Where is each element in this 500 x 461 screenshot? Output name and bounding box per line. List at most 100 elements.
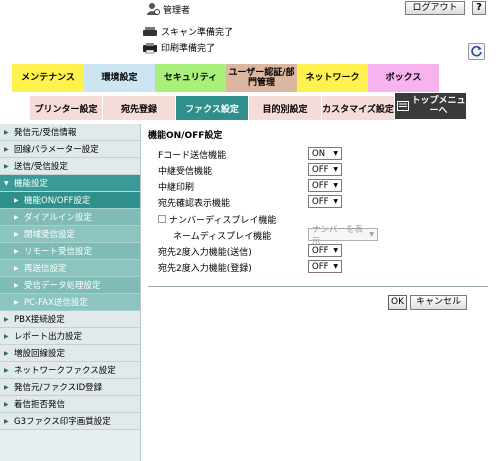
relay-print-label: 中継印刷 (158, 182, 195, 193)
main-content: 機能ON/OFF設定 (148, 128, 493, 146)
content-divider (148, 286, 488, 287)
name-display-row: ネームディスプレイ機能 (173, 228, 271, 242)
sidebar-item-network-fax[interactable]: ▶ ネットワークファクス設定 (0, 362, 140, 379)
ok-button[interactable]: OK (388, 295, 407, 310)
sidebar-item-label: 回線パラメーター設定 (14, 145, 99, 155)
tab-network[interactable]: ネットワーク (297, 64, 368, 92)
sidebar-subitem-remote-receive[interactable]: ▶ リモート受信設定 (0, 243, 140, 260)
fcode-send-label: Fコード送信機能 (158, 150, 227, 161)
sidebar-item-line-params[interactable]: ▶ 回線パラメーター設定 (0, 141, 140, 158)
sidebar-item-function-settings[interactable]: ▼ 機能設定 (0, 175, 140, 192)
tab-box[interactable]: ボックス (368, 64, 439, 92)
sidebar-item-label: 受信データ処理設定 (24, 281, 101, 291)
sidebar-item-label: 再送信設定 (24, 264, 67, 274)
sidebar-item-label: レポート出力設定 (14, 332, 83, 342)
sidebar-item-label: ネットワークファクス設定 (14, 366, 116, 376)
admin-user-indicator: 管理者 (146, 2, 190, 16)
scan-status-text: スキャン準備完了 (161, 28, 234, 38)
select-value: OFF (312, 164, 329, 175)
double-entry-register-select[interactable]: OFF ▼ (308, 260, 342, 273)
relay-receive-row: 中継受信機能 (158, 163, 212, 177)
number-display-checkbox[interactable] (158, 215, 166, 223)
sidebar-item-label: 機能設定 (14, 179, 49, 189)
caret-down-icon: ▼ (333, 198, 338, 205)
print-status: 印刷準備完了 (142, 41, 215, 54)
sidebar-item-g3-quality[interactable]: ▶ G3ファクス印字画質設定 (0, 413, 140, 430)
sidebar-item-fax-id[interactable]: ▶ 発信元/ファクスID登録 (0, 379, 140, 396)
relay-print-select[interactable]: OFF ▼ (308, 179, 342, 192)
caret-down-icon: ▼ (333, 247, 338, 254)
subtab-top-menu[interactable]: トップメニューへ (395, 93, 467, 119)
double-entry-send-select[interactable]: OFF ▼ (308, 244, 342, 257)
fcode-send-select[interactable]: ON ▼ (308, 147, 342, 160)
select-value: ナンバーを表示 (312, 224, 364, 247)
logout-button[interactable]: ログアウト (405, 1, 465, 15)
sidebar-item-send-receive[interactable]: ▶ 送信/受信設定 (0, 158, 140, 175)
sidebar-item-label: 増設回線設定 (14, 349, 66, 359)
double-entry-register-label: 宛先2度入力機能(登録) (158, 263, 252, 274)
subtab-fax[interactable]: ファクス設定 (176, 96, 249, 120)
relay-receive-select[interactable]: OFF ▼ (308, 163, 342, 176)
cancel-button[interactable]: キャンセル (410, 295, 467, 310)
triangle-right-icon: ▶ (14, 264, 19, 272)
subtab-customize[interactable]: カスタマイズ設定 (322, 96, 395, 120)
triangle-right-icon: ▶ (4, 383, 9, 391)
subtab-purpose[interactable]: 目的別設定 (249, 96, 322, 120)
sidebar-nav: ▶ 発信元/受信情報 ▶ 回線パラメーター設定 ▶ 送信/受信設定 ▼ 機能設定 ▶ 機能… (0, 124, 141, 461)
triangle-right-icon: ▶ (4, 128, 9, 136)
triangle-right-icon: ▶ (4, 162, 9, 170)
sidebar-subitem-pcfax[interactable]: ▶ PC-FAX送信設定 (0, 294, 140, 311)
sidebar-item-report[interactable]: ▶ レポート出力設定 (0, 328, 140, 345)
triangle-right-icon: ▶ (4, 315, 9, 323)
triangle-right-icon: ▶ (14, 281, 19, 289)
main-tabs: メンテナンス 環境設定 セキュリティ ユーザー認証/部門管理 ネットワーク ボッ… (12, 64, 439, 92)
sidebar-subitem-closed-receive[interactable]: ▶ 閉域受信設定 (0, 226, 140, 243)
dest-confirm-label: 宛先確認表示機能 (158, 198, 231, 209)
sidebar-item-label: 送信/受信設定 (14, 162, 68, 172)
select-value: OFF (312, 180, 329, 191)
triangle-right-icon: ▶ (14, 298, 19, 306)
sidebar-item-label: 発信元/ファクスID登録 (14, 383, 103, 393)
top-menu-icon (397, 101, 409, 111)
triangle-right-icon: ▶ (4, 349, 9, 357)
sidebar-item-label: 閉域受信設定 (24, 230, 76, 240)
name-display-label: ネームディスプレイ機能 (173, 231, 272, 242)
sidebar-subitem-function-onoff[interactable]: ▶ 機能ON/OFF設定 (0, 192, 140, 209)
refresh-button[interactable] (468, 43, 485, 60)
sidebar-subitem-dial-in[interactable]: ▶ ダイアルイン設定 (0, 209, 140, 226)
caret-down-icon: ▼ (333, 182, 338, 189)
tab-user-auth[interactable]: ユーザー認証/部門管理 (226, 64, 297, 92)
double-entry-send-row: 宛先2度入力機能(送信) (158, 244, 252, 258)
sidebar-item-label: G3ファクス印字画質設定 (14, 417, 111, 427)
tab-environment[interactable]: 環境設定 (84, 64, 155, 92)
subtab-destination[interactable]: 宛先登録 (103, 96, 176, 120)
caret-down-icon: ▼ (333, 166, 338, 173)
triangle-right-icon: ▶ (14, 247, 19, 255)
caret-down-icon: ▼ (333, 150, 338, 157)
triangle-right-icon: ▶ (4, 417, 9, 425)
help-button[interactable]: ? (472, 1, 486, 15)
sidebar-subitem-receive-data[interactable]: ▶ 受信データ処理設定 (0, 277, 140, 294)
print-status-text: 印刷準備完了 (161, 44, 216, 54)
tab-security[interactable]: セキュリティ (155, 64, 226, 92)
select-value: ON (312, 148, 326, 159)
top-menu-label: トップメニューへ (411, 96, 466, 116)
sub-tabs: プリンター設定 宛先登録 ファクス設定 目的別設定 カスタマイズ設定 トップメニ… (30, 93, 467, 120)
triangle-right-icon: ▶ (14, 196, 19, 204)
dest-confirm-select[interactable]: OFF ▼ (308, 195, 342, 208)
sidebar-item-sender-info[interactable]: ▶ 発信元/受信情報 (0, 124, 140, 141)
refresh-icon (471, 45, 482, 57)
relay-print-row: 中継印刷 (158, 179, 194, 193)
triangle-right-icon: ▶ (4, 366, 9, 374)
triangle-right-icon: ▶ (4, 332, 9, 340)
page-title: 機能ON/OFF設定 (148, 131, 223, 141)
sidebar-item-extra-line[interactable]: ▶ 増設回線設定 (0, 345, 140, 362)
tab-maintenance[interactable]: メンテナンス (12, 64, 84, 92)
double-entry-register-row: 宛先2度入力機能(登録) (158, 260, 252, 274)
triangle-down-icon: ▼ (4, 179, 9, 187)
subtab-printer[interactable]: プリンター設定 (30, 96, 103, 120)
relay-receive-label: 中継受信機能 (158, 166, 213, 177)
sidebar-item-pbx[interactable]: ▶ PBX接続設定 (0, 311, 140, 328)
sidebar-item-reject-sender[interactable]: ▶ 着信拒否発信 (0, 396, 140, 413)
sidebar-subitem-resend[interactable]: ▶ 再送信設定 (0, 260, 140, 277)
